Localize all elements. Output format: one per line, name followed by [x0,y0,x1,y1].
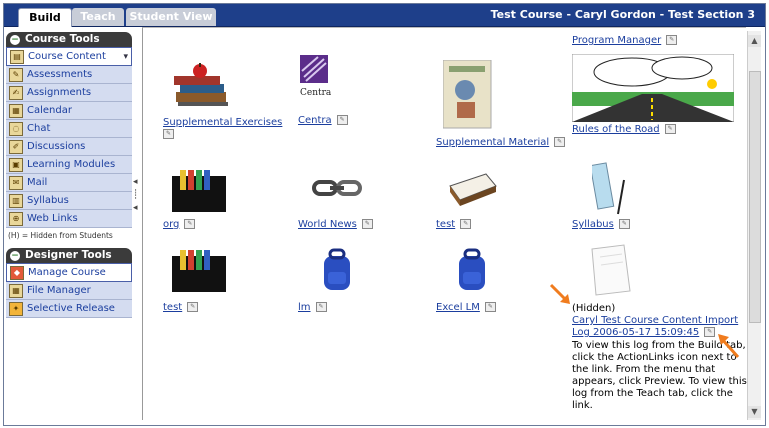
supplemental-exercises-link[interactable]: Supplemental Exercises [163,117,282,128]
course-title: Test Course - Caryl Gordon - Test Sectio… [490,8,755,21]
rules-of-the-road-link[interactable]: Rules of the Road [572,124,660,135]
sidebar-item-learning-modules[interactable]: ▣ Learning Modules [6,156,132,174]
world-news-item: World News ✎ [298,219,373,231]
lm-link[interactable]: lm [298,302,311,313]
supplemental-material-image[interactable] [443,60,493,130]
test-link-2[interactable]: test [163,302,182,313]
sidebar-item-chat[interactable]: ◌ Chat [6,120,132,138]
release-icon: ✦ [9,301,23,316]
program-manager-link[interactable]: Program Manager [572,35,661,46]
sidebar-item-syllabus[interactable]: ▥ Syllabus [6,192,132,210]
scroll-up-icon[interactable]: ▲ [748,35,761,47]
test-item-2: test ✎ [163,302,199,314]
collapse-icon[interactable]: − [10,250,20,261]
centra-link[interactable]: Centra [298,115,332,126]
book-icon: ▤ [10,49,24,64]
chat-icon: ◌ [9,121,23,136]
hidden-label: (Hidden) [572,303,616,314]
sidebar-item-course-content[interactable]: ▤ Course Content ▾ [6,47,132,66]
actionlinks-icon[interactable]: ✎ [187,302,199,312]
assessment-icon: ✎ [9,67,23,82]
sidebar-item-discussions[interactable]: ✐ Discussions [6,138,132,156]
actionlinks-icon[interactable]: ✎ [163,129,174,139]
import-log-link-line1[interactable]: Caryl Test Course Content Import [572,315,738,326]
sidebar-item-file-manager[interactable]: ▦ File Manager [6,282,132,300]
test-link[interactable]: test [436,219,455,230]
supplemental-material-link[interactable]: Supplemental Material [436,137,549,148]
hidden-note: (H) = Hidden from Students [8,231,113,240]
module-icon: ▣ [9,157,23,172]
weblink-icon: ⊕ [9,211,23,226]
lm-item: lm ✎ [298,302,327,314]
rules-of-the-road-image[interactable] [572,54,734,122]
excel-lm-item: Excel LM ✎ [436,302,496,314]
actionlinks-icon[interactable]: ✎ [460,219,472,229]
sidebar-item-selective-release[interactable]: ✦ Selective Release [6,300,132,318]
calendar-icon: ▦ [9,103,23,118]
test-item: test ✎ [436,219,472,231]
sidebar: − Course Tools ▤ Course Content ▾ ✎ Asses… [6,32,132,318]
manage-icon: ◆ [10,265,24,280]
actionlinks-icon[interactable]: ✎ [361,219,373,229]
scroll-thumb[interactable] [749,71,761,323]
discussion-icon: ✐ [9,139,23,154]
mail-icon: ✉ [9,175,23,190]
course-tools-heading[interactable]: − Course Tools [6,32,132,47]
collapse-icon[interactable]: − [10,34,20,45]
tab-teach[interactable]: Teach [72,8,124,26]
program-manager-item: Program Manager ✎ [572,35,678,47]
supplemental-material-item: Supplemental Material ✎ [436,137,566,149]
sidebar-item-manage-course[interactable]: ◆ Manage Course [6,263,132,282]
folder-organizer-image[interactable] [172,250,228,292]
actionlinks-icon[interactable]: ✎ [618,219,630,229]
sidebar-item-calendar[interactable]: ▦ Calendar [6,102,132,120]
annotation-arrow-icon [718,334,740,359]
backpack-image[interactable] [320,248,354,292]
sidebar-item-assignments[interactable]: ✍ Assignments [6,84,132,102]
top-bar: Build Teach Student View Test Course - C… [4,4,765,27]
actionlinks-icon[interactable]: ✎ [666,35,678,45]
sidebar-item-mail[interactable]: ✉ Mail [6,174,132,192]
books-apple-image[interactable] [170,62,232,112]
folder-organizer-image[interactable] [172,170,228,212]
actionlinks-icon[interactable]: ✎ [315,302,327,312]
blank-page-image[interactable] [588,243,632,297]
actionlinks-icon[interactable]: ✎ [184,219,196,229]
tab-build[interactable]: Build [18,8,72,27]
syllabus-item: Syllabus ✎ [572,219,630,231]
panel-splitter[interactable]: ◂ ┊ ◂ [133,176,141,216]
assignment-icon: ✍ [9,85,23,100]
centra-logo-text: Centra [300,88,332,98]
tab-student-view[interactable]: Student View [126,8,216,26]
inbox-tray-image[interactable] [448,170,498,206]
actionlinks-icon[interactable]: ✎ [484,302,496,312]
annotation-arrow-icon [549,283,570,304]
sidebar-item-assessments[interactable]: ✎ Assessments [6,66,132,84]
link-chain-image[interactable] [312,176,364,202]
centra-logo-image[interactable]: Centra [298,55,334,99]
supplemental-exercises-item: Supplemental Exercises ✎ [163,117,283,141]
org-item: org ✎ [163,219,196,231]
syllabus-link[interactable]: Syllabus [572,219,614,230]
import-log-link-line2[interactable]: Log 2006-05-17 15:09:45 [572,327,699,338]
syllabus-document-image[interactable] [592,160,632,216]
chevron-down-icon[interactable]: ▾ [123,49,128,66]
actionlinks-icon[interactable]: ✎ [664,124,676,134]
actionlinks-icon[interactable]: ✎ [554,137,566,147]
file-icon: ▦ [9,283,23,298]
excel-lm-link[interactable]: Excel LM [436,302,480,313]
syllabus-icon: ▥ [9,193,23,208]
sidebar-item-web-links[interactable]: ⊕ Web Links [6,210,132,228]
org-link[interactable]: org [163,219,179,230]
backpack-image[interactable] [455,248,489,292]
centra-item: Centra ✎ [298,115,348,127]
designer-tools-heading[interactable]: − Designer Tools [6,248,132,263]
world-news-link[interactable]: World News [298,219,357,230]
rules-of-the-road-item: Rules of the Road ✎ [572,124,676,136]
actionlinks-icon[interactable]: ✎ [336,115,348,125]
